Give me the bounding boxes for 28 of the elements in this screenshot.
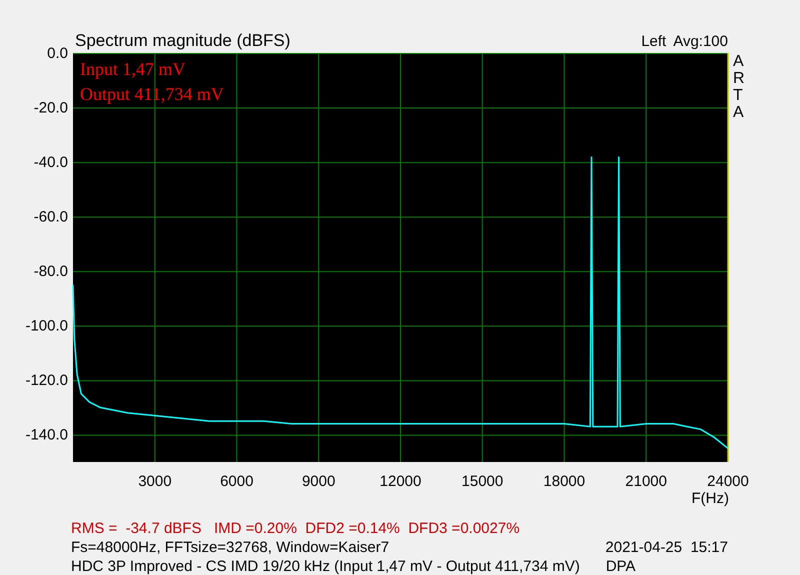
x-tick-label: 3000 bbox=[138, 473, 172, 490]
timestamp: 2021-04-25 15:17 bbox=[605, 538, 728, 557]
x-tick-label: 9000 bbox=[302, 473, 336, 490]
measurement-results: RMS = -34.7 dBFS IMD =0.20% DFD2 =0.14% DFD3 =0.0027% bbox=[71, 519, 521, 538]
x-tick-label: 18000 bbox=[543, 473, 586, 490]
tag-label: DPA bbox=[606, 557, 636, 575]
overlay-text: Output 411,734 mV bbox=[80, 83, 224, 106]
channel-label: Left bbox=[641, 34, 666, 49]
x-axis-label: F(Hz) bbox=[692, 491, 729, 506]
x-tick-label: 6000 bbox=[220, 473, 254, 490]
chart-title: Spectrum magnitude (dBFS) bbox=[75, 32, 290, 49]
y-tick-label: -140.0 bbox=[25, 426, 68, 444]
y-tick-label: -100.0 bbox=[25, 318, 68, 335]
y-tick-label: -80.0 bbox=[34, 263, 68, 280]
measurement-description: HDC 3P Improved - CS IMD 19/20 kHz (Input 1,47 mV - Output 411,734 mV) bbox=[71, 557, 580, 575]
x-tick-label: 15000 bbox=[462, 473, 504, 490]
average-label: Avg:100 bbox=[673, 34, 728, 49]
y-tick-label: -60.0 bbox=[34, 208, 68, 226]
y-tick-label: 0.0 bbox=[47, 45, 68, 62]
y-tick-label: -20.0 bbox=[34, 100, 68, 117]
overlay-text: Input 1,47 mV bbox=[80, 58, 186, 81]
x-tick-label: 12000 bbox=[380, 473, 422, 490]
x-tick-label: 21000 bbox=[625, 473, 667, 490]
analysis-settings: Fs=48000Hz, FFTsize=32768, Window=Kaiser7 bbox=[71, 538, 390, 557]
y-tick-label: -120.0 bbox=[25, 372, 68, 390]
x-tick-label: 24000 bbox=[707, 473, 749, 490]
side-label: ARTA bbox=[733, 53, 746, 121]
y-tick-label: -40.0 bbox=[34, 154, 68, 172]
